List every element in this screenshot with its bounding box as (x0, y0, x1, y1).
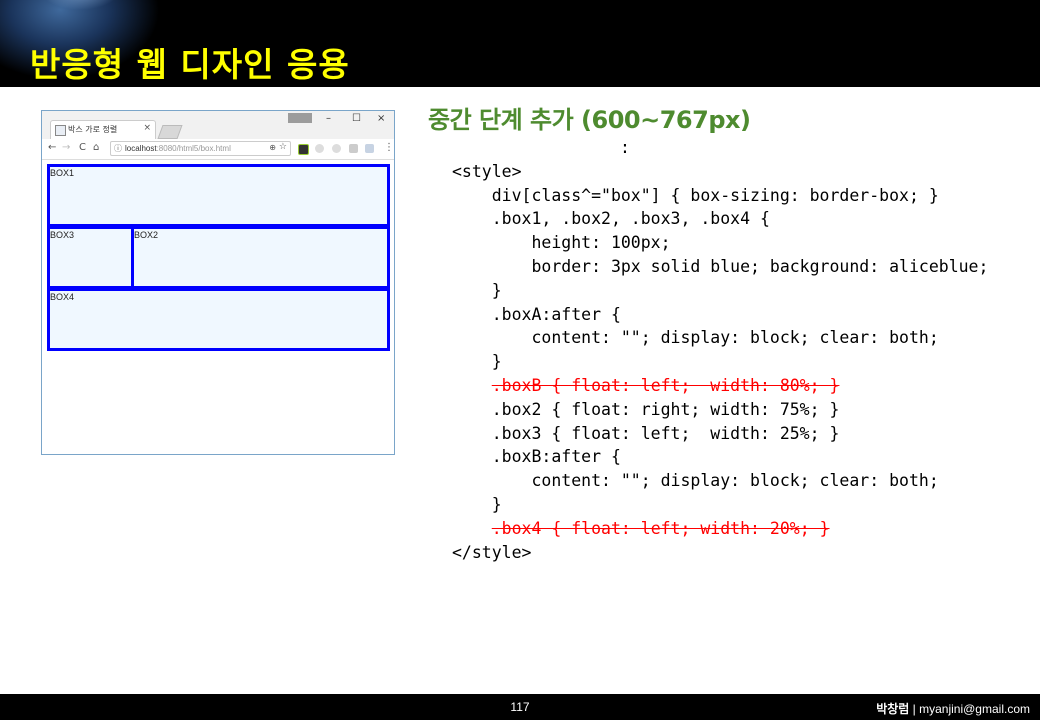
url-path: :8080/html5/box.html (156, 144, 231, 153)
code-line: </style> (452, 542, 532, 562)
box3-label: BOX3 (50, 230, 75, 240)
section-title: 중간 단계 추가 (600~767px) (428, 106, 751, 134)
code-block: : <style> div[class^="box"] { box-sizing… (452, 136, 988, 564)
browser-tab[interactable]: 박스 가로 정렬 × (50, 120, 156, 139)
zoom-icon[interactable]: ⊕ (269, 143, 276, 152)
box1-label: BOX1 (50, 168, 75, 178)
code-line: height: 100px; (452, 233, 671, 253)
extension-icon[interactable] (349, 144, 358, 153)
code-line-struck: .boxB { float: left; width: 80%; } (452, 374, 988, 398)
window-maximize-button[interactable]: ☐ (352, 113, 361, 124)
extension-icon[interactable] (332, 144, 341, 153)
author-name: 박창럼 (876, 702, 910, 716)
new-tab-button[interactable] (157, 125, 183, 139)
page-favicon-icon (55, 125, 66, 136)
author-separator: | (909, 702, 920, 716)
code-line: border: 3px solid blue; background: alic… (452, 256, 989, 276)
browser-tab-bar: 박스 가로 정렬 × – ☐ × (42, 111, 394, 139)
window-minimize-button[interactable]: – (326, 113, 331, 124)
box1: BOX1 (47, 164, 390, 227)
slide-footer: 117 박창럼 | myanjini@gmail.com (0, 694, 1040, 720)
struck-code: .boxB { float: left; width: 80%; } (491, 375, 840, 395)
author-credit: 박창럼 | myanjini@gmail.com (876, 700, 1030, 717)
browser-viewport: BOX1 BOX3 BOX2 BOX4 (42, 160, 394, 454)
address-bar[interactable]: ⓘ localhost:8080/html5/box.html ⊕ ☆ (110, 141, 291, 156)
site-info-icon[interactable]: ⓘ (114, 143, 122, 154)
code-line: div[class^="box"] { box-sizing: border-b… (452, 185, 939, 205)
box3: BOX3 (47, 226, 134, 289)
extension-icon[interactable] (315, 144, 324, 153)
window-profile-badge (288, 113, 312, 123)
box2: BOX2 (131, 226, 390, 289)
url-host: localhost (125, 144, 157, 153)
code-line: .boxA:after { (452, 304, 621, 324)
extension-icon[interactable] (298, 144, 309, 155)
code-line: .box3 { float: left; width: 25%; } (452, 423, 840, 443)
struck-code: .box4 { float: left; width: 20%; } (491, 518, 830, 538)
box4-label: BOX4 (50, 292, 75, 302)
browser-tab-title: 박스 가로 정렬 (68, 125, 118, 134)
box4: BOX4 (47, 288, 390, 351)
bookmark-star-icon[interactable]: ☆ (279, 142, 287, 152)
reload-icon[interactable]: C (79, 142, 86, 153)
box2-label: BOX2 (134, 230, 159, 240)
code-line: content: ""; display: block; clear: both… (452, 328, 939, 348)
code-line: } (452, 352, 502, 372)
browser-window-screenshot: 박스 가로 정렬 × – ☐ × ← → C ⌂ ⓘ localhost:808… (41, 110, 395, 455)
slide-title: 반응형 웹 디자인 응용 (30, 45, 350, 84)
back-arrow-icon[interactable]: ← (48, 142, 56, 153)
browser-menu-icon[interactable]: ⋮ (384, 142, 394, 153)
browser-toolbar: ← → C ⌂ ⓘ localhost:8080/html5/box.html … (42, 139, 394, 160)
extension-icon[interactable] (365, 144, 374, 153)
forward-arrow-icon[interactable]: → (62, 142, 70, 153)
code-line-struck: .box4 { float: left; width: 20%; } (452, 517, 988, 541)
window-close-button[interactable]: × (377, 113, 385, 124)
author-email: myanjini@gmail.com (919, 702, 1030, 716)
code-ellipsis: : (620, 138, 630, 157)
code-line: } (452, 494, 502, 514)
tab-close-icon[interactable]: × (143, 123, 151, 133)
slide-header: 반응형 웹 디자인 응용 (0, 0, 1040, 87)
address-url: localhost:8080/html5/box.html (125, 144, 231, 153)
home-icon[interactable]: ⌂ (93, 142, 99, 153)
code-line: .box2 { float: right; width: 75%; } (452, 399, 840, 419)
code-line: .box1, .box2, .box3, .box4 { (452, 209, 770, 229)
code-line: content: ""; display: block; clear: both… (452, 471, 939, 491)
code-line: <style> (452, 161, 522, 181)
code-line: .boxB:after { (452, 447, 621, 467)
code-line: } (452, 280, 502, 300)
